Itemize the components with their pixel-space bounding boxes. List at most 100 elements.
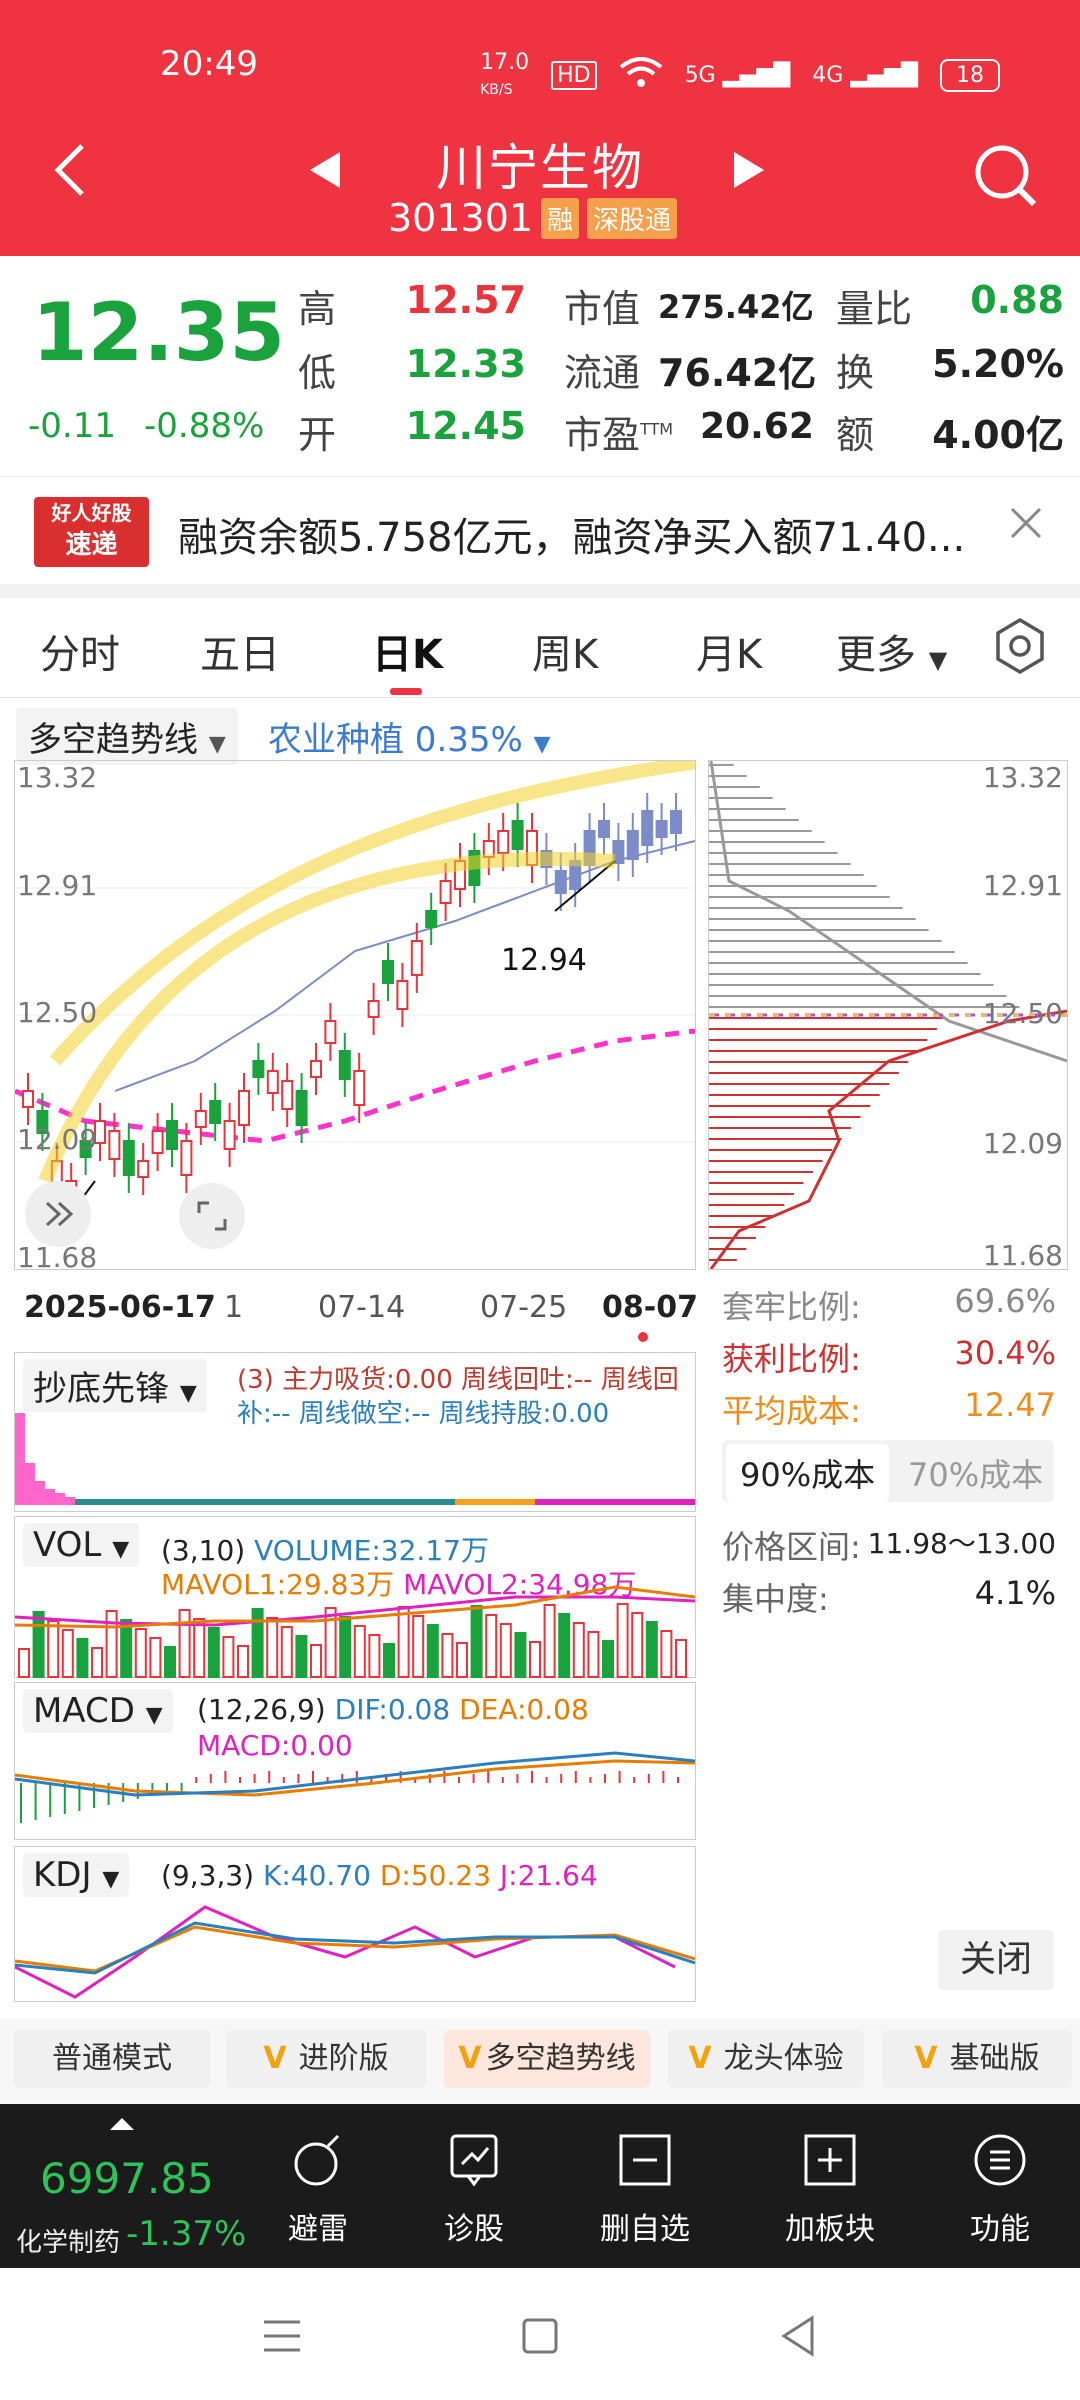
y-axis-label: 13.32 bbox=[982, 761, 1063, 794]
settings-icon[interactable] bbox=[990, 616, 1050, 676]
expand-left-icon[interactable] bbox=[25, 1181, 91, 1247]
volume-bar bbox=[339, 1616, 352, 1678]
stock-code-line: 301301 融 深股通 bbox=[388, 196, 678, 240]
add-sector-button[interactable]: 加板块 bbox=[770, 2130, 890, 2248]
mode-duokong[interactable]: V 多空趋势线 bbox=[444, 2030, 650, 2088]
pe-value: 20.62 bbox=[700, 406, 814, 447]
date-axis: 2025-06-17 1 07-14 07-25 08-07 bbox=[0, 1290, 700, 1342]
volume-bar bbox=[91, 1647, 103, 1678]
menu-nav-icon[interactable] bbox=[262, 2316, 302, 2360]
vol-panel[interactable]: VOL ▼ (3,10) VOLUME:32.17万 MAVOL1:29.83万… bbox=[14, 1516, 696, 1678]
banner-text[interactable]: 融资余额5.758亿元，融资净买入额71.40... bbox=[178, 505, 965, 563]
candle bbox=[382, 960, 394, 984]
tab-fenshi[interactable]: 分时 bbox=[40, 622, 120, 680]
candle bbox=[194, 1110, 207, 1128]
chart-selectors: 多空趋势线 ▼ 农业种植 0.35% ▼ bbox=[0, 700, 1080, 765]
tab-cost-90[interactable]: 90%成本 bbox=[726, 1444, 890, 1502]
kdj-svg bbox=[15, 1905, 695, 1999]
mode-leader[interactable]: V 龙头体验 bbox=[668, 2030, 864, 2088]
y-axis-label: 12.91 bbox=[17, 869, 98, 902]
volume-bar bbox=[631, 1612, 644, 1678]
candle bbox=[324, 1020, 337, 1044]
candle bbox=[122, 1140, 135, 1176]
candle bbox=[367, 1000, 380, 1018]
tab-rik[interactable]: 日K bbox=[372, 622, 443, 680]
mode-basic[interactable]: V 基础版 bbox=[882, 2030, 1072, 2088]
avgcost-label: 平均成本: bbox=[722, 1392, 861, 1430]
volume-bar bbox=[412, 1615, 425, 1678]
volume-bar bbox=[266, 1617, 279, 1678]
tab-zhouk[interactable]: 周K bbox=[532, 622, 598, 680]
battery-icon: 18 bbox=[940, 58, 1000, 92]
volume-bar bbox=[441, 1633, 454, 1678]
candle bbox=[425, 910, 438, 928]
candle bbox=[137, 1160, 150, 1178]
volume-bar bbox=[310, 1644, 322, 1678]
range-value: 11.98～13.00 bbox=[867, 1527, 1056, 1560]
mcap-value: 275.42亿 bbox=[658, 288, 814, 326]
next-stock-icon[interactable] bbox=[730, 150, 766, 200]
tab-cost-70[interactable]: 70%成本 bbox=[908, 1450, 1043, 1496]
macd-panel[interactable]: MACD ▼ (12,26,9) DIF:0.08 DEA:0.08 MACD:… bbox=[14, 1682, 696, 1840]
wifi-icon bbox=[619, 55, 663, 95]
stock-name: 川宁生物 bbox=[436, 139, 644, 197]
sector-index-value[interactable]: 6997.85 bbox=[40, 2154, 214, 2203]
volume-bar bbox=[587, 1631, 600, 1678]
volume-bar bbox=[32, 1611, 45, 1678]
news-banner[interactable]: 好人好股 速递 融资余额5.758亿元，融资净买入额71.40... bbox=[0, 476, 1080, 584]
fullscreen-icon[interactable] bbox=[179, 1183, 245, 1249]
status-time: 20:49 bbox=[160, 44, 258, 84]
function-menu-button[interactable]: 功能 bbox=[940, 2130, 1060, 2248]
remove-watchlist-button[interactable]: 删自选 bbox=[585, 2130, 705, 2248]
back-nav-icon[interactable] bbox=[778, 2314, 818, 2362]
volume-bar bbox=[280, 1626, 293, 1678]
date-label: 2025-06-17 bbox=[24, 1290, 216, 1325]
tab-more[interactable]: 更多 ▼ bbox=[836, 622, 947, 680]
expand-up-icon[interactable] bbox=[108, 2114, 136, 2136]
candle bbox=[598, 820, 610, 838]
home-nav-icon[interactable] bbox=[520, 2316, 560, 2360]
active-tab-indicator bbox=[390, 688, 422, 695]
candle bbox=[338, 1050, 351, 1080]
divider bbox=[0, 584, 1080, 598]
net-speed: 17.0 KB/S bbox=[480, 50, 530, 98]
volume-bar bbox=[207, 1627, 220, 1678]
kline-chart[interactable]: 13.32 12.91 12.50 12.09 11.68 12.94 bbox=[14, 754, 706, 1274]
volume-bar bbox=[543, 1604, 556, 1678]
indicator-dropdown[interactable]: 多空趋势线 ▼ bbox=[16, 708, 238, 765]
avgcost-value: 12.47 bbox=[964, 1386, 1056, 1424]
zhengu-button[interactable]: 诊股 bbox=[414, 2130, 534, 2248]
volume-bar bbox=[164, 1646, 176, 1678]
volume-bar bbox=[558, 1613, 571, 1678]
candle bbox=[108, 1130, 121, 1160]
candle bbox=[295, 1090, 308, 1126]
low-label: 低 bbox=[298, 351, 337, 395]
margin-tag: 融 bbox=[541, 197, 580, 239]
volratio-value: 0.88 bbox=[970, 278, 1064, 322]
y-axis-label: 12.50 bbox=[982, 997, 1063, 1030]
volume-bar bbox=[426, 1624, 439, 1678]
banner-logo: 好人好股 速递 bbox=[34, 497, 149, 567]
volume-bar bbox=[18, 1648, 30, 1678]
mode-normal[interactable]: 普通模式 bbox=[14, 2030, 210, 2088]
mode-advanced[interactable]: V 进阶版 bbox=[226, 2030, 426, 2088]
tab-yuek[interactable]: 月K bbox=[696, 622, 762, 680]
volume-bar bbox=[353, 1625, 366, 1678]
volume-bar bbox=[251, 1608, 264, 1678]
system-nav-bar bbox=[0, 2268, 1080, 2400]
turnover-label: 换 bbox=[836, 351, 875, 395]
chaodi-panel[interactable]: 抄底先锋 ▼ (3) 主力吸货:0.00 周线回吐:-- 周线回 补:-- 周线做… bbox=[14, 1352, 696, 1512]
turnover-value: 5.20% bbox=[932, 342, 1064, 386]
volume-bar bbox=[134, 1628, 147, 1678]
change-percent: -0.88% bbox=[143, 406, 265, 446]
close-icon[interactable] bbox=[1008, 501, 1044, 552]
bilei-button[interactable]: 避雷 bbox=[258, 2130, 378, 2248]
kdj-panel[interactable]: KDJ ▼ (9,3,3) K:40.70 D:50.23 J:21.64 bbox=[14, 1846, 696, 2002]
sector-dropdown[interactable]: 农业种植 0.35% ▼ bbox=[256, 708, 563, 765]
tab-wuri[interactable]: 五日 bbox=[200, 622, 280, 680]
candle bbox=[310, 1060, 322, 1078]
candle bbox=[410, 940, 423, 976]
sector-index-change: -1.37% bbox=[126, 2214, 247, 2254]
close-chip-button[interactable]: 关闭 bbox=[938, 1930, 1054, 1990]
search-icon[interactable] bbox=[970, 140, 1040, 210]
